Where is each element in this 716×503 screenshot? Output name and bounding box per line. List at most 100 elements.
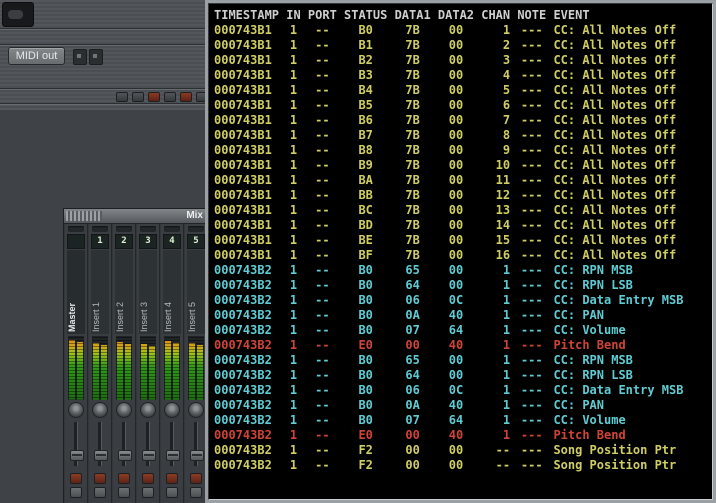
- column-header-status: STATUS: [344, 8, 388, 22]
- fader-handle[interactable]: [94, 450, 108, 461]
- strip-button-top[interactable]: [142, 473, 154, 484]
- midi-event-row[interactable]: 000743B1 1 -- BA 7B 00 11 --- CC: All Notes Off: [214, 173, 712, 188]
- cell-in: 1: [289, 323, 298, 337]
- fader-handle[interactable]: [166, 450, 180, 461]
- strip-button-top[interactable]: [166, 473, 178, 484]
- cell-in: 1: [289, 23, 298, 37]
- midi-event-row[interactable]: 000743B1 1 -- BC 7B 00 13 --- CC: All Notes Off: [214, 203, 712, 218]
- volume-fader[interactable]: [161, 420, 183, 468]
- midi-event-row[interactable]: 000743B1 1 -- BE 7B 00 15 --- CC: All Notes Off: [214, 233, 712, 248]
- mixer-strip-insert-1[interactable]: 1 Insert 1: [89, 224, 112, 503]
- cell-event: CC: All Notes Off: [553, 128, 677, 142]
- volume-fader[interactable]: [137, 420, 159, 468]
- strip-button-bottom[interactable]: [94, 487, 106, 498]
- midi-event-row[interactable]: 000743B1 1 -- B7 7B 00 8 --- CC: All Notes Off: [214, 128, 712, 143]
- track-number: 3: [139, 234, 157, 249]
- mixer-strip-insert-2[interactable]: 2 Insert 2: [113, 224, 136, 503]
- cell-event: CC: All Notes Off: [553, 83, 677, 97]
- midi-event-row[interactable]: 000743B1 1 -- BD 7B 00 14 --- CC: All Notes Off: [214, 218, 712, 233]
- midi-event-row[interactable]: 000743B2 1 -- B0 0A 40 1 --- CC: PAN: [214, 308, 712, 323]
- midi-event-row[interactable]: 000743B2 1 -- B0 07 64 1 --- CC: Volume: [214, 323, 712, 338]
- midi-event-row[interactable]: 000743B2 1 -- B0 06 0C 1 --- CC: Data Entry MSB: [214, 383, 712, 398]
- mixer-titlebar[interactable]: Mix: [64, 209, 206, 224]
- cell-event: CC: RPN LSB: [553, 368, 633, 382]
- midi-event-row[interactable]: 000743B1 1 -- B1 7B 00 2 --- CC: All Notes Off: [214, 38, 712, 53]
- fader-handle[interactable]: [70, 450, 84, 461]
- toolbar-mini-button[interactable]: [132, 92, 144, 102]
- cell-event: CC: All Notes Off: [553, 218, 677, 232]
- midi-event-row[interactable]: 000743B1 1 -- B4 7B 00 5 --- CC: All Notes Off: [214, 83, 712, 98]
- fader-handle[interactable]: [142, 450, 156, 461]
- fader-handle[interactable]: [118, 450, 132, 461]
- cell-ts: 000743B2: [214, 308, 272, 322]
- cell-status: B0: [358, 353, 373, 367]
- toolbar-icon[interactable]: [73, 49, 87, 65]
- cell-chan: 1: [502, 323, 511, 337]
- volume-fader[interactable]: [113, 420, 135, 468]
- midi-event-row[interactable]: 000743B1 1 -- B6 7B 00 7 --- CC: All Notes Off: [214, 113, 712, 128]
- volume-fader[interactable]: [89, 420, 111, 468]
- cell-status: F2: [358, 458, 373, 472]
- strip-button-top[interactable]: [190, 473, 202, 484]
- mixer-strip-insert-3[interactable]: 3 Insert 3: [137, 224, 160, 503]
- midi-event-row[interactable]: 000743B1 1 -- BF 7B 00 16 --- CC: All Notes Off: [214, 248, 712, 263]
- midi-event-row[interactable]: 000743B1 1 -- B2 7B 00 3 --- CC: All Notes Off: [214, 53, 712, 68]
- volume-fader[interactable]: [65, 420, 87, 468]
- midi-monitor-list[interactable]: TIMESTAMP IN PORT STATUS DATA1 DATA2 CHAN NOTE E…: [208, 3, 713, 500]
- cell-ts: 000743B1: [214, 218, 272, 232]
- pan-knob[interactable]: [116, 402, 132, 418]
- midi-event-row[interactable]: 000743B2 1 -- B0 07 64 1 --- CC: Volume: [214, 413, 712, 428]
- midi-event-row[interactable]: 000743B2 1 -- B0 65 00 1 --- CC: RPN MSB: [214, 353, 712, 368]
- midi-event-row[interactable]: 000743B2 1 -- B0 06 0C 1 --- CC: Data Entry MSB: [214, 293, 712, 308]
- midi-event-row[interactable]: 000743B2 1 -- E0 00 40 1 --- Pitch Bend: [214, 338, 712, 353]
- midi-event-row[interactable]: 000743B1 1 -- BB 7B 00 12 --- CC: All Notes Off: [214, 188, 712, 203]
- mixer-strip-master[interactable]: Master: [65, 224, 88, 503]
- cell-status: B0: [358, 368, 373, 382]
- midi-event-row[interactable]: 000743B1 1 -- B3 7B 00 4 --- CC: All Notes Off: [214, 68, 712, 83]
- cell-d1: 00: [405, 428, 420, 442]
- cell-in: 1: [289, 428, 298, 442]
- volume-fader[interactable]: [185, 420, 207, 468]
- cell-event: CC: RPN MSB: [553, 353, 633, 367]
- midi-out-button[interactable]: MIDI out: [8, 47, 65, 65]
- toolbar-mini-button[interactable]: [164, 92, 176, 102]
- midi-event-row[interactable]: 000743B1 1 -- B5 7B 00 6 --- CC: All Notes Off: [214, 98, 712, 113]
- strip-button-top[interactable]: [118, 473, 130, 484]
- strip-button-top[interactable]: [94, 473, 106, 484]
- mixer-strip-insert-4[interactable]: 4 Insert 4: [161, 224, 184, 503]
- strip-button-bottom[interactable]: [118, 487, 130, 498]
- record-light[interactable]: [148, 92, 160, 102]
- midi-event-row[interactable]: 000743B2 1 -- F2 00 00 -- --- Song Position Ptr: [214, 458, 712, 473]
- cell-event: Pitch Bend: [553, 428, 626, 442]
- pan-knob[interactable]: [164, 402, 180, 418]
- record-light[interactable]: [180, 92, 192, 102]
- toolbar-icon[interactable]: [89, 49, 103, 65]
- cell-ts: 000743B2: [214, 398, 272, 412]
- midi-event-row[interactable]: 000743B2 1 -- B0 65 00 1 --- CC: RPN MSB: [214, 263, 712, 278]
- cell-note: ---: [520, 458, 543, 472]
- strip-button-bottom[interactable]: [70, 487, 82, 498]
- cell-chan: 10: [495, 158, 511, 172]
- cell-ts: 000743B2: [214, 323, 272, 337]
- midi-monitor-window: TIMESTAMP IN PORT STATUS DATA1 DATA2 CHAN NOTE E…: [205, 0, 716, 503]
- toolbar-mini-button[interactable]: [116, 92, 128, 102]
- strip-button-bottom[interactable]: [142, 487, 154, 498]
- midi-event-row[interactable]: 000743B2 1 -- B0 0A 40 1 --- CC: PAN: [214, 398, 712, 413]
- strip-button-bottom[interactable]: [190, 487, 202, 498]
- cell-in: 1: [289, 233, 298, 247]
- midi-event-row[interactable]: 000743B1 1 -- B0 7B 00 1 --- CC: All Notes Off: [214, 23, 712, 38]
- pan-knob[interactable]: [68, 402, 84, 418]
- pan-knob[interactable]: [188, 402, 204, 418]
- strip-button-top[interactable]: [70, 473, 82, 484]
- fader-handle[interactable]: [190, 450, 204, 461]
- midi-event-row[interactable]: 000743B2 1 -- F2 00 00 -- --- Song Position Ptr: [214, 443, 712, 458]
- midi-event-row[interactable]: 000743B1 1 -- B8 7B 00 9 --- CC: All Notes Off: [214, 143, 712, 158]
- pan-knob[interactable]: [140, 402, 156, 418]
- cell-status: E0: [358, 338, 373, 352]
- pan-knob[interactable]: [92, 402, 108, 418]
- midi-event-row[interactable]: 000743B2 1 -- B0 64 00 1 --- CC: RPN LSB: [214, 278, 712, 293]
- midi-event-row[interactable]: 000743B2 1 -- B0 64 00 1 --- CC: RPN LSB: [214, 368, 712, 383]
- midi-event-row[interactable]: 000743B1 1 -- B9 7B 00 10 --- CC: All Notes Off: [214, 158, 712, 173]
- strip-button-bottom[interactable]: [166, 487, 178, 498]
- midi-event-row[interactable]: 000743B2 1 -- E0 00 40 1 --- Pitch Bend: [214, 428, 712, 443]
